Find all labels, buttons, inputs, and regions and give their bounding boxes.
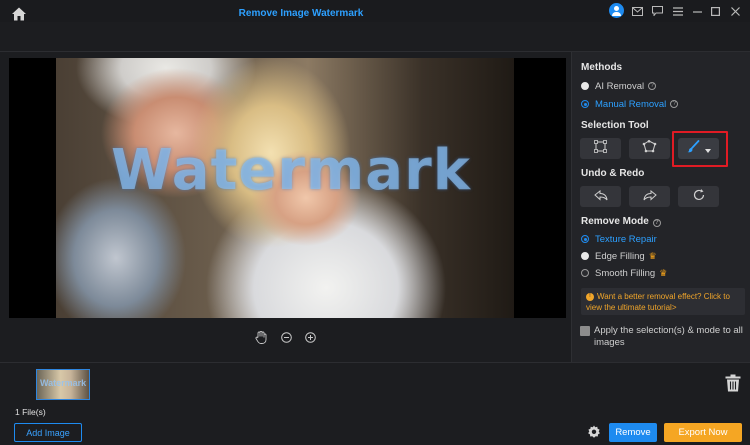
message-icon[interactable]	[650, 4, 664, 18]
zoom-out-icon[interactable]	[279, 330, 293, 344]
lasso-select-icon	[642, 139, 657, 158]
radio-button[interactable]	[581, 82, 589, 90]
menu-icon[interactable]	[671, 4, 685, 18]
help-icon[interactable]: ?	[670, 100, 679, 108]
export-now-button[interactable]: Export Now	[664, 423, 742, 442]
thumbnail-watermark: Watermark	[40, 378, 87, 388]
highlight-annotation	[672, 131, 728, 167]
redo-icon	[643, 188, 657, 206]
maximize-icon[interactable]	[708, 4, 722, 18]
help-icon[interactable]: ?	[652, 219, 661, 227]
mode-edge-filling[interactable]: Edge Filling ♛	[581, 250, 657, 262]
minimize-icon[interactable]	[690, 4, 704, 18]
reset-button[interactable]	[678, 186, 719, 207]
crown-icon: ♛	[648, 250, 657, 261]
gear-icon[interactable]	[587, 425, 601, 439]
close-icon[interactable]	[728, 4, 742, 18]
page-title: Remove Image Watermark	[238, 8, 364, 19]
apply-checkbox[interactable]	[580, 326, 590, 336]
undo-button[interactable]	[580, 186, 621, 207]
header-bar	[0, 22, 750, 52]
info-icon: !	[586, 292, 594, 301]
radio-button[interactable]	[581, 252, 589, 260]
watermark-overlay[interactable]: Watermark	[111, 138, 471, 203]
crown-icon: ♛	[659, 267, 668, 278]
method-manual-removal[interactable]: Manual Removal ?	[581, 98, 679, 110]
user-avatar-icon[interactable]	[609, 3, 624, 18]
mail-icon[interactable]	[630, 4, 644, 18]
radio-button[interactable]	[581, 269, 589, 277]
undo-redo-title: Undo & Redo	[581, 168, 645, 179]
selection-tool-title: Selection Tool	[581, 120, 649, 131]
mode-smooth-filling[interactable]: Smooth Filling ♛	[581, 267, 667, 279]
mode-texture-repair[interactable]: Texture Repair	[581, 233, 657, 245]
reset-icon	[693, 188, 705, 206]
lasso-select-button[interactable]	[629, 138, 670, 159]
file-strip	[0, 362, 750, 420]
undo-icon	[593, 188, 608, 206]
rectangle-select-icon	[594, 139, 607, 158]
add-image-button[interactable]: Add Image	[14, 423, 82, 442]
help-icon[interactable]: ?	[648, 82, 657, 90]
pan-hand-icon[interactable]	[254, 330, 268, 344]
radio-button[interactable]	[581, 100, 589, 108]
zoom-in-icon[interactable]	[303, 330, 317, 344]
file-count: 1 File(s)	[15, 407, 46, 417]
zoom-controls	[254, 330, 320, 344]
tutorial-tip-link[interactable]: ! Want a better removal effect? Click to …	[581, 288, 745, 315]
method-ai-removal[interactable]: AI Removal ?	[581, 80, 657, 92]
rectangle-select-button[interactable]	[580, 138, 621, 159]
edited-photo[interactable]: Watermark	[56, 58, 514, 318]
methods-title: Methods	[581, 62, 623, 73]
image-thumbnail[interactable]: Watermark	[36, 369, 90, 400]
trash-icon[interactable]	[725, 374, 741, 392]
remove-button[interactable]: Remove	[609, 423, 657, 442]
radio-button[interactable]	[581, 235, 589, 243]
settings-panel: Methods AI Removal ? Manual Removal ? Se…	[571, 52, 750, 362]
redo-button[interactable]	[629, 186, 670, 207]
remove-mode-title: Remove Mode?	[581, 216, 661, 227]
